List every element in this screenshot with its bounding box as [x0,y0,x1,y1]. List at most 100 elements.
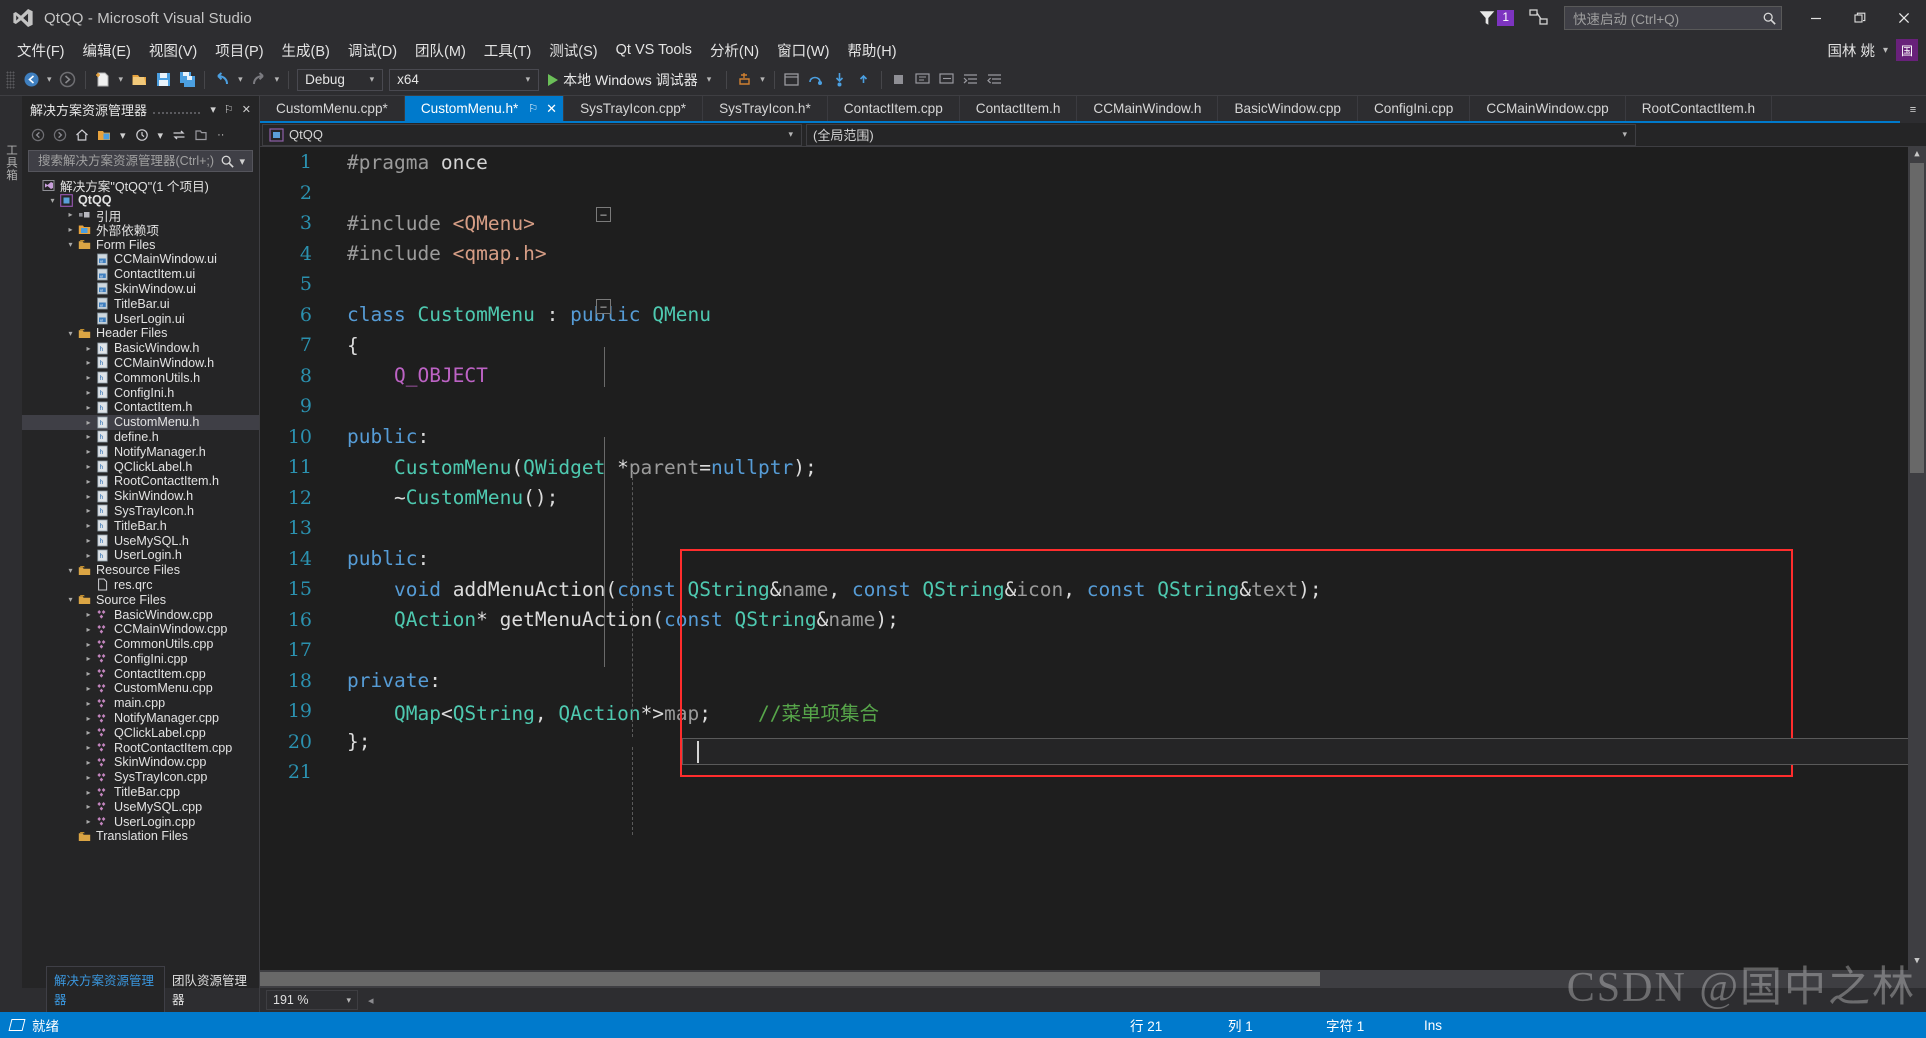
editor-tab[interactable]: RootContactItem.h [1626,96,1773,121]
tree-item[interactable]: ▾ Source Files [22,592,259,607]
step-out-icon[interactable] [852,67,876,93]
tree-item[interactable]: ▸ CCMainWindow.cpp [22,622,259,637]
tree-item[interactable]: ▸ h TitleBar.h [22,518,259,533]
code-line[interactable]: 12 ~CustomMenu(); [260,483,1926,514]
editor-tab[interactable]: BasicWindow.cpp [1218,96,1358,121]
code-line[interactable]: 8 Q_OBJECT [260,361,1926,392]
save-all-icon[interactable] [175,67,199,93]
tree-item[interactable]: ▸ h ConfigIni.h [22,385,259,400]
code-line[interactable]: 4 #include <qmap.h> [260,239,1926,270]
show-threads-icon[interactable] [780,67,804,93]
editor-tab[interactable]: SysTrayIcon.h* [703,96,828,121]
chevron-down-icon[interactable]: ▾ [46,196,59,205]
tree-item[interactable]: ▸ TitleBar.cpp [22,785,259,800]
tree-item[interactable]: res.qrc [22,578,259,593]
tree-item[interactable]: ▸ RootContactItem.cpp [22,740,259,755]
tree-item[interactable]: ▸ ConfigIni.cpp [22,652,259,667]
menu-item-team[interactable]: 团队(M) [406,37,475,64]
sync-with-active-document-icon[interactable] [94,125,114,145]
tree-item[interactable]: ▸ main.cpp [22,696,259,711]
chevron-right-icon[interactable]: ▸ [82,447,95,456]
collapse-class-icon[interactable]: − [596,299,611,314]
tree-item[interactable]: ui SkinWindow.ui [22,282,259,297]
scroll-thumb[interactable] [1910,163,1924,473]
tree-item[interactable]: ▸ NotifyManager.cpp [22,711,259,726]
tree-item[interactable]: ▸ UserLogin.cpp [22,814,259,829]
code-line[interactable]: 1 #pragma once [260,147,1926,178]
editor-tab[interactable]: CustomMenu.cpp* [260,96,405,121]
tab-overflow-icon[interactable]: ≡ [1900,96,1926,123]
pending-changes-icon[interactable] [132,125,152,145]
back-icon[interactable] [28,125,48,145]
chevron-right-icon[interactable]: ▸ [82,654,95,663]
chevron-right-icon[interactable]: ▸ [82,432,95,441]
tree-item[interactable]: ▸ ContactItem.cpp [22,666,259,681]
navigate-forward-icon[interactable] [56,67,80,93]
open-file-icon[interactable] [127,67,151,93]
close-button[interactable] [1882,1,1926,35]
code-line[interactable]: 11 CustomMenu(QWidget *parent=nullptr); [260,452,1926,483]
hscroll-thumb[interactable] [260,972,1320,986]
solution-configuration-dropdown[interactable]: Debug ▾ [297,68,384,91]
chevron-right-icon[interactable]: ▸ [82,743,95,752]
editor-vertical-scrollbar[interactable]: ▲ ▼ [1908,147,1926,970]
navigate-back-icon[interactable] [19,67,43,93]
stop-debugging-icon[interactable] [887,67,911,93]
code-line[interactable]: 14 public: [260,544,1926,575]
menu-item-tools[interactable]: 工具(T) [475,37,541,64]
overflow-icon[interactable]: ·· [213,129,228,141]
project-dropdown[interactable]: QtQQ ▾ [262,123,802,146]
chevron-right-icon[interactable]: ▸ [64,210,77,219]
chevron-right-icon[interactable]: ▸ [82,758,95,767]
tree-item[interactable]: ▸ h BasicWindow.h [22,341,259,356]
chevron-right-icon[interactable]: ▸ [82,669,95,678]
editor-tab[interactable]: ContactItem.cpp [828,96,960,121]
tree-item[interactable]: ▸ QClickLabel.cpp [22,725,259,740]
chevron-right-icon[interactable]: ▸ [82,699,95,708]
code-line[interactable]: 19 QMap<QString, QAction*>map; //菜单项集合 [260,696,1926,727]
refresh-icon[interactable] [169,125,189,145]
tree-item[interactable]: Translation Files [22,829,259,844]
notifications-area[interactable]: 1 [1478,9,1514,27]
chevron-right-icon[interactable]: ▸ [82,521,95,530]
chevron-right-icon[interactable]: ▸ [82,625,95,634]
pin-icon[interactable]: ⚐ [528,102,538,115]
tree-item[interactable]: ui UserLogin.ui [22,311,259,326]
chevron-right-icon[interactable]: ▸ [82,551,95,560]
tree-item[interactable]: ▸ h UseMySQL.h [22,533,259,548]
new-item-icon[interactable] [91,67,115,93]
code-line[interactable]: 16 QAction* getMenuAction(const QString&… [260,605,1926,636]
menu-item-window[interactable]: 窗口(W) [768,37,838,64]
chevron-down-icon[interactable]: ▾ [703,74,716,85]
editor-tab[interactable]: CCMainWindow.h [1077,96,1219,121]
solution-tree[interactable]: 解决方案"QtQQ"(1 个项目) ▾ QtQQ ▸ 引用 ▸ 外部依赖项 ▾ Form Fil… [22,176,259,988]
close-icon[interactable]: ✕ [546,101,557,117]
code-line[interactable]: 6 class CustomMenu : public QMenu [260,300,1926,331]
menu-item-edit[interactable]: 编辑(E) [74,37,140,64]
chevron-right-icon[interactable]: ▸ [82,418,95,427]
code-lines[interactable]: 1 #pragma once 2 3 #include <QMenu> 4 #include… [260,147,1926,788]
menu-item-qt-vs-tools[interactable]: Qt VS Tools [607,39,701,61]
menu-item-view[interactable]: 视图(V) [140,37,206,64]
chevron-down-icon[interactable]: ▾ [1883,45,1888,56]
editor-tab-strip[interactable]: CustomMenu.cpp* CustomMenu.h* ⚐ ✕ SysTrayIco… [260,96,1926,123]
chevron-right-icon[interactable]: ▸ [82,802,95,811]
menu-item-analyze[interactable]: 分析(N) [701,37,768,64]
quick-launch-box[interactable]: 快速启动 (Ctrl+Q) [1564,6,1782,30]
menu-item-debug[interactable]: 调试(D) [339,37,406,64]
minimize-button[interactable] [1794,1,1838,35]
tree-item[interactable]: ▾ QtQQ [22,193,259,208]
chevron-right-icon[interactable]: ▸ [82,788,95,797]
chevron-right-icon[interactable]: ▸ [82,610,95,619]
tree-item[interactable]: ▸ h SysTrayIcon.h [22,504,259,519]
tree-item[interactable]: ▸ SkinWindow.cpp [22,755,259,770]
tree-item[interactable]: ▸ BasicWindow.cpp [22,607,259,622]
tree-item[interactable]: ▸ 外部依赖项 [22,222,259,238]
undo-caret-icon[interactable]: ▾ [234,74,247,85]
undo-icon[interactable] [210,67,234,93]
code-line[interactable]: 15 void addMenuAction(const QString&name… [260,574,1926,605]
chevron-right-icon[interactable]: ▸ [82,358,95,367]
tree-item[interactable]: ▾ Form Files [22,237,259,252]
zoom-dropdown[interactable]: 191 % ▾ [266,990,358,1010]
code-line[interactable]: 5 [260,269,1926,300]
